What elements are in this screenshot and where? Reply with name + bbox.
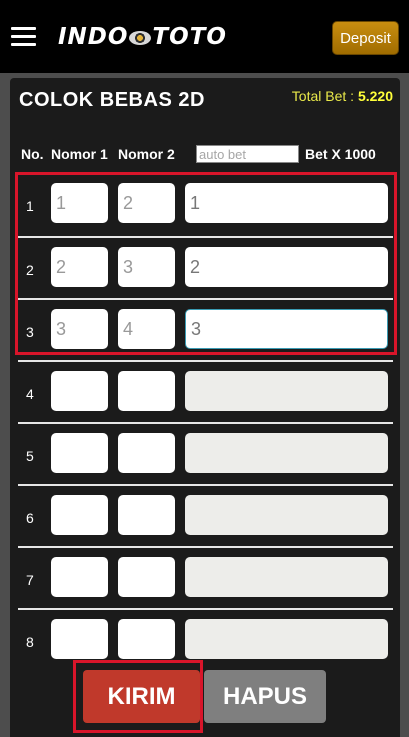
row-number: 4: [26, 386, 34, 402]
bet-row: 7: [18, 546, 393, 608]
nomor1-input[interactable]: [51, 247, 108, 287]
bet-row: 3: [18, 298, 393, 360]
bet-amount-input[interactable]: [185, 619, 388, 659]
nomor1-input[interactable]: [51, 433, 108, 473]
bet-row: 2: [18, 236, 393, 298]
nomor1-input[interactable]: [51, 183, 108, 223]
bet-amount-input[interactable]: [185, 557, 388, 597]
top-bar: INDO TOTO Deposit: [0, 0, 409, 73]
col-no-header: No.: [21, 146, 44, 162]
total-bet: Total Bet : 5.220: [292, 88, 393, 104]
indototo-logo[interactable]: INDO TOTO: [58, 22, 227, 52]
nomor1-input[interactable]: [51, 557, 108, 597]
logo-text-right: TOTO: [152, 24, 227, 50]
clear-button[interactable]: HAPUS: [204, 670, 326, 723]
nomor2-input[interactable]: [118, 247, 175, 287]
bet-amount-input[interactable]: [185, 433, 388, 473]
game-title: COLOK BEBAS 2D: [19, 89, 205, 111]
bet-row: 6: [18, 484, 393, 546]
logo-eye-icon: [129, 31, 152, 45]
nomor1-input[interactable]: [51, 619, 108, 659]
bet-amount-input[interactable]: [185, 309, 388, 349]
deposit-button[interactable]: Deposit: [332, 21, 399, 55]
nomor2-input[interactable]: [118, 371, 175, 411]
row-number: 5: [26, 448, 34, 464]
nomor1-input[interactable]: [51, 371, 108, 411]
bet-amount-input[interactable]: [185, 183, 388, 223]
row-number: 1: [26, 198, 34, 214]
bet-amount-input[interactable]: [185, 371, 388, 411]
row-number: 3: [26, 324, 34, 340]
total-bet-label: Total Bet :: [291, 88, 355, 104]
row-number: 6: [26, 510, 34, 526]
nomor2-input[interactable]: [118, 557, 175, 597]
action-buttons: KIRIM HAPUS: [0, 668, 409, 728]
nomor1-input[interactable]: [51, 309, 108, 349]
nomor2-input[interactable]: [118, 309, 175, 349]
bet-amount-input[interactable]: [185, 495, 388, 535]
nomor2-input[interactable]: [118, 183, 175, 223]
total-bet-value: 5.220: [357, 88, 393, 104]
col-nomor2-header: Nomor 2: [118, 146, 175, 162]
col-bet-header: Bet X 1000: [305, 146, 376, 162]
nomor2-input[interactable]: [118, 495, 175, 535]
submit-button[interactable]: KIRIM: [83, 670, 200, 723]
col-nomor1-header: Nomor 1: [51, 146, 108, 162]
bet-amount-input[interactable]: [185, 247, 388, 287]
logo-text-left: INDO: [58, 24, 129, 50]
bet-row: 1: [18, 174, 393, 236]
nomor1-input[interactable]: [51, 495, 108, 535]
nomor2-input[interactable]: [118, 433, 175, 473]
row-number: 8: [26, 634, 34, 650]
bet-row: 4: [18, 360, 393, 422]
hamburger-menu-icon[interactable]: [11, 27, 36, 47]
row-number: 2: [26, 262, 34, 278]
nomor2-input[interactable]: [118, 619, 175, 659]
auto-bet-input[interactable]: [196, 145, 299, 163]
bet-row: 5: [18, 422, 393, 484]
row-number: 7: [26, 572, 34, 588]
bet-row: 8: [18, 608, 393, 670]
